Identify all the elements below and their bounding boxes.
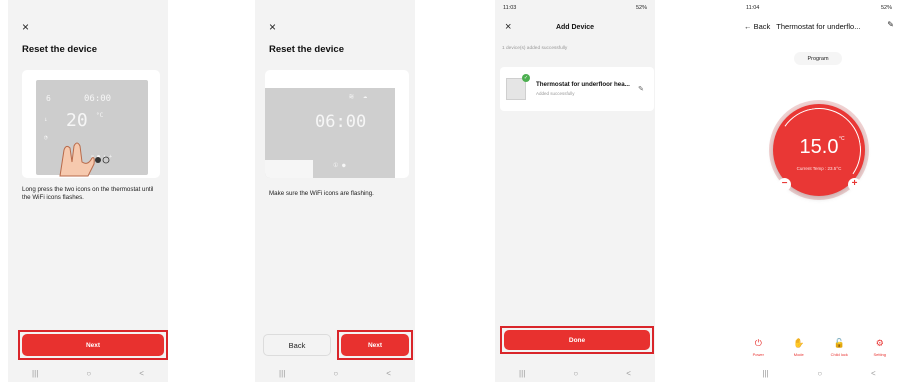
lcd-unit: °C <box>96 112 104 119</box>
decrease-button[interactable]: − <box>778 178 791 191</box>
thermostat-panel: ≋ ☁ 06:00 ① ● <box>265 88 395 178</box>
close-icon: × <box>269 20 277 34</box>
lcd-time: 06:00 <box>315 112 367 132</box>
device-name: Thermostat for underfloor hea... <box>536 81 630 88</box>
instruction-text: Long press the two icons on the thermost… <box>22 186 154 202</box>
temperature-unit: °C <box>839 136 845 142</box>
thermostat-control-screen: 11:04 52% ← Back Thermostat for underflo… <box>738 0 900 382</box>
system-nav-bar: ||| ○ < <box>8 364 168 382</box>
status-time: 11:03 <box>503 5 517 11</box>
status-time: 11:04 <box>746 5 760 11</box>
thermostat-illustration: 6 06:00 ↓ 20 °C ◔ ⊙ ● • + <box>22 70 160 178</box>
control-bar: ⏻ Power ✋ Mode 🔓 Child lock ⚙ Setting <box>738 338 900 360</box>
setting-label: Setting <box>873 352 886 357</box>
lcd-temperature: 20 <box>66 110 88 131</box>
recent-apps-button[interactable]: ||| <box>279 369 285 378</box>
back-button[interactable]: Back <box>263 334 331 356</box>
child-lock-label: Child lock <box>830 352 848 357</box>
header-bar: × Add Device <box>495 16 655 38</box>
mode-label: Mode <box>793 352 804 357</box>
hand-icon: ✋ <box>793 338 805 348</box>
lcd-program: 6 <box>46 94 51 103</box>
child-lock-control[interactable]: 🔓 Child lock <box>821 338 857 360</box>
current-temperature: Current Temp : 23.5°C <box>796 166 842 171</box>
gear-icon: ⚙ <box>875 338 884 348</box>
success-note: 1 device(s) added successfully <box>502 46 568 51</box>
lock-icon: 🔓 <box>833 338 845 348</box>
program-button[interactable]: Program <box>794 52 842 65</box>
setting-control[interactable]: ⚙ Setting <box>862 338 898 360</box>
device-card[interactable]: ✓ Thermostat for underfloor hea... Added… <box>500 67 654 111</box>
device-title: Thermostat for underflo... <box>776 21 861 31</box>
back-button[interactable]: ← Back <box>744 22 770 31</box>
system-nav-bar: ||| ○ < <box>738 364 900 382</box>
close-button[interactable]: × <box>8 16 168 38</box>
page-title: Reset the device <box>269 44 344 55</box>
lcd-cloud-icon: ☁ <box>363 92 368 100</box>
page-title: Add Device <box>555 23 595 31</box>
status-bar <box>255 0 415 16</box>
lcd-wifi-icon: ≋ <box>349 92 354 101</box>
recent-apps-button[interactable]: ||| <box>762 369 768 378</box>
increase-button[interactable]: + <box>848 178 861 191</box>
next-button[interactable]: Next <box>22 334 164 356</box>
close-button[interactable]: × <box>255 16 415 38</box>
next-button[interactable]: Next <box>341 334 409 356</box>
lcd-wifi-icon: ◔ <box>44 134 48 141</box>
system-nav-bar: ||| ○ < <box>255 364 415 382</box>
thermostat-illustration: ≋ ☁ 06:00 ① ● <box>265 70 409 178</box>
pencil-icon[interactable]: ✎ <box>638 85 644 93</box>
back-nav-button[interactable]: < <box>139 369 144 378</box>
header-bar: ← Back Thermostat for underflo... ✎ <box>738 16 900 36</box>
home-button[interactable]: ○ <box>86 369 91 378</box>
status-bar <box>8 0 168 16</box>
mode-control[interactable]: ✋ Mode <box>781 338 817 360</box>
reset-screen-step2: × Reset the device ≋ ☁ 06:00 ① ● Make su… <box>255 0 415 382</box>
back-nav-button[interactable]: < <box>626 369 631 378</box>
power-icon: ⏻ <box>754 338 762 348</box>
recent-apps-button[interactable]: ||| <box>519 369 525 378</box>
lcd-segment <box>265 160 313 178</box>
add-device-screen: 11:03 52% × Add Device 1 device(s) added… <box>495 0 655 382</box>
instruction-text: Make sure the WiFi icons are flashing. <box>269 190 374 197</box>
system-nav-bar: ||| ○ < <box>495 364 655 382</box>
finger-press-icon <box>59 142 110 177</box>
lcd-time: 06:00 <box>84 94 112 104</box>
back-nav-button[interactable]: < <box>386 369 391 378</box>
home-button[interactable]: ○ <box>333 369 338 378</box>
done-button[interactable]: Done <box>504 330 650 350</box>
lcd-buttons: ① ● <box>333 162 346 169</box>
lcd-signal-icon: ↓ <box>44 116 48 123</box>
page-title: Reset the device <box>22 44 97 55</box>
status-battery: 52% <box>880 5 892 11</box>
device-status: Added successfully <box>536 91 575 96</box>
recent-apps-button[interactable]: ||| <box>32 369 38 378</box>
status-bar: 11:04 52% <box>738 0 900 16</box>
reset-screen-step1: × Reset the device 6 06:00 ↓ 20 °C ◔ ⊙ ●… <box>8 0 168 382</box>
home-button[interactable]: ○ <box>573 369 578 378</box>
power-control[interactable]: ⏻ Power <box>740 338 776 360</box>
power-label: Power <box>752 352 764 357</box>
edit-icon[interactable]: ✎ <box>887 20 894 29</box>
home-button[interactable]: ○ <box>817 369 822 378</box>
status-battery: 52% <box>635 5 647 11</box>
status-bar: 11:03 52% <box>495 0 655 16</box>
close-icon: × <box>22 20 30 34</box>
back-nav-button[interactable]: < <box>871 369 876 378</box>
check-icon: ✓ <box>522 74 530 82</box>
